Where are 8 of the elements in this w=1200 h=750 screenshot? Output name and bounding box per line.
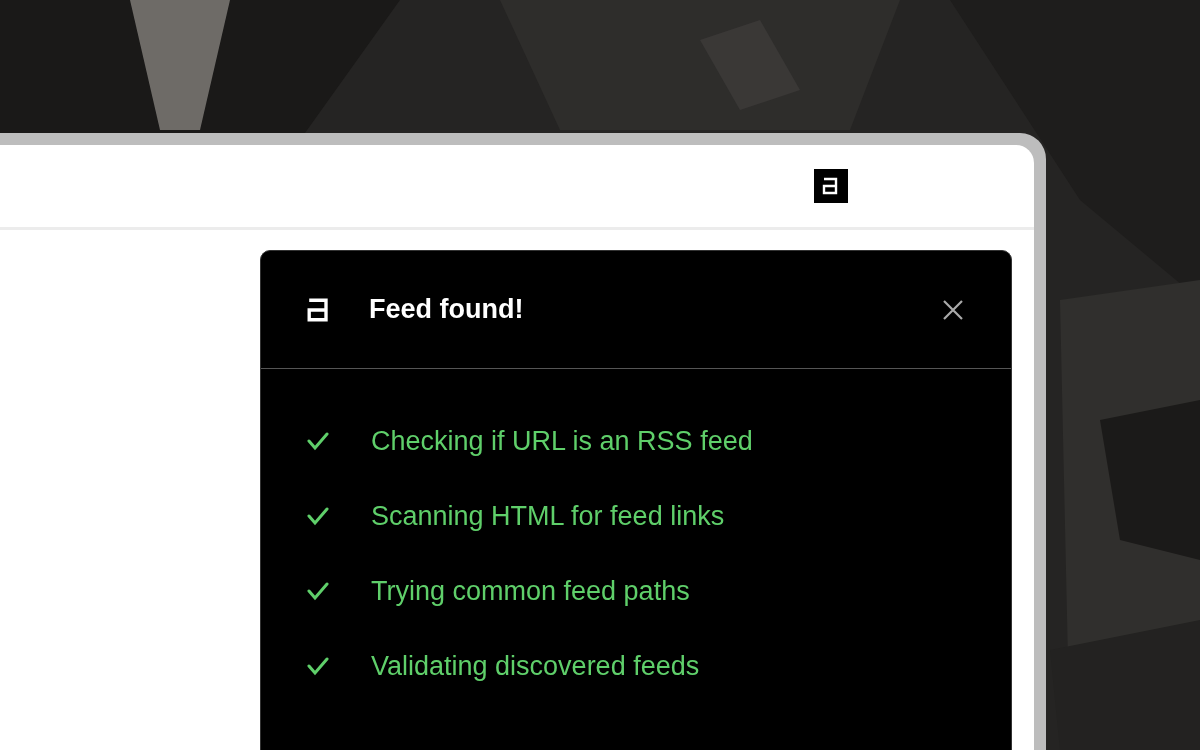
extension-icon[interactable] xyxy=(814,169,848,203)
step-label: Scanning HTML for feed links xyxy=(371,499,725,533)
step-label: Trying common feed paths xyxy=(371,574,690,608)
step-label: Checking if URL is an RSS feed xyxy=(371,424,753,458)
close-button[interactable] xyxy=(941,297,965,322)
step-label: Validating discovered feeds xyxy=(371,649,700,683)
close-icon xyxy=(942,298,964,321)
popup-title: Feed found! xyxy=(369,293,525,327)
